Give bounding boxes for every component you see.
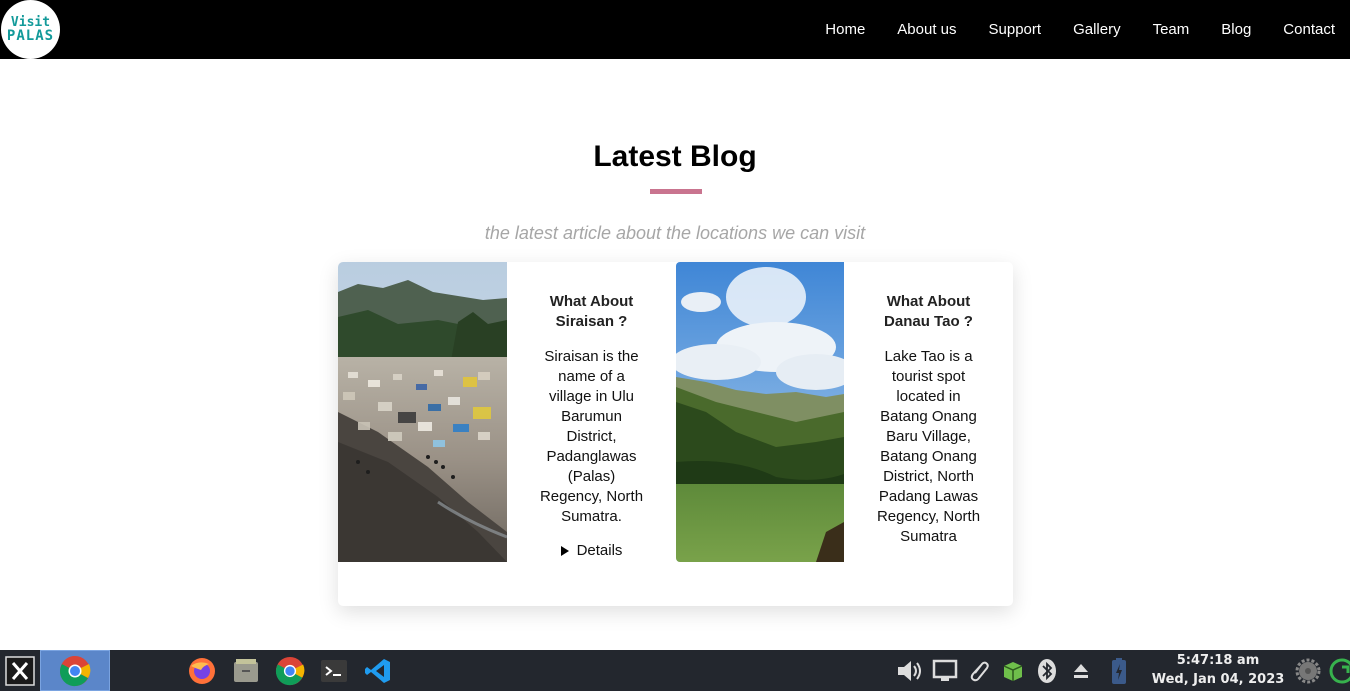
chrome-icon[interactable] [272,650,308,691]
siraisan-title: What About Siraisan ? [549,293,634,330]
firefox-icon[interactable] [184,650,220,691]
settings-icon[interactable] [1294,650,1322,691]
logo-line-2: PALAS [6,28,55,44]
details-toggle[interactable]: Details [507,542,676,559]
danau-tao-body: Lake Tao is a tourist spot located in Ba… [876,348,981,545]
nav-about-us[interactable]: About us [897,21,956,38]
danau-tao-title: What About Danau Tao ? [884,293,973,330]
terminal-icon[interactable] [316,650,352,691]
display-icon[interactable] [928,650,962,691]
details-label: Details [576,542,623,559]
section-subtitle: the latest article about the locations w… [484,223,866,243]
title-underline [650,189,702,194]
section-title: Latest Blog [593,140,757,173]
danau-tao-post: What About Danau Tao ? Lake Tao is a tou… [844,292,1013,547]
paperclip-icon[interactable] [962,650,996,691]
files-icon[interactable] [228,650,264,691]
clock-date: Wed, Jan 04, 2023 [1151,672,1285,687]
nav-gallery[interactable]: Gallery [1073,21,1121,38]
chrome-icon[interactable] [40,650,110,691]
update-icon[interactable] [1326,650,1350,691]
siraisan-post: What About Siraisan ? Siraisan is the na… [507,292,676,559]
eject-icon[interactable] [1064,650,1098,691]
volume-icon[interactable] [892,650,926,691]
start-menu-icon[interactable] [2,650,38,691]
clock[interactable]: 5:47:18 am Wed, Jan 04, 2023 [1138,652,1298,689]
navbar: Visit PALAS Home About us Support Galler… [0,0,1350,59]
clock-time: 5:47:18 am [1176,653,1260,668]
nav-blog[interactable]: Blog [1221,21,1251,38]
nav-home[interactable]: Home [825,21,865,38]
disclosure-triangle-icon [560,545,569,556]
nav-contact[interactable]: Contact [1283,21,1335,38]
vscode-icon[interactable] [360,650,396,691]
nav-team[interactable]: Team [1153,21,1190,38]
battery-icon[interactable] [1102,650,1136,691]
nav-support[interactable]: Support [989,21,1042,38]
site-logo[interactable]: Visit PALAS [1,0,60,59]
siraisan-body: Siraisan is the name of a village in Ulu… [539,348,644,525]
blog-card-container: What About Siraisan ? Siraisan is the na… [338,262,1013,606]
danau-tao-photo [676,262,844,562]
main-nav: Home About us Support Gallery Team Blog … [793,0,1335,59]
package-icon[interactable] [996,650,1030,691]
siraisan-photo [338,262,507,562]
bluetooth-icon[interactable] [1030,650,1064,691]
